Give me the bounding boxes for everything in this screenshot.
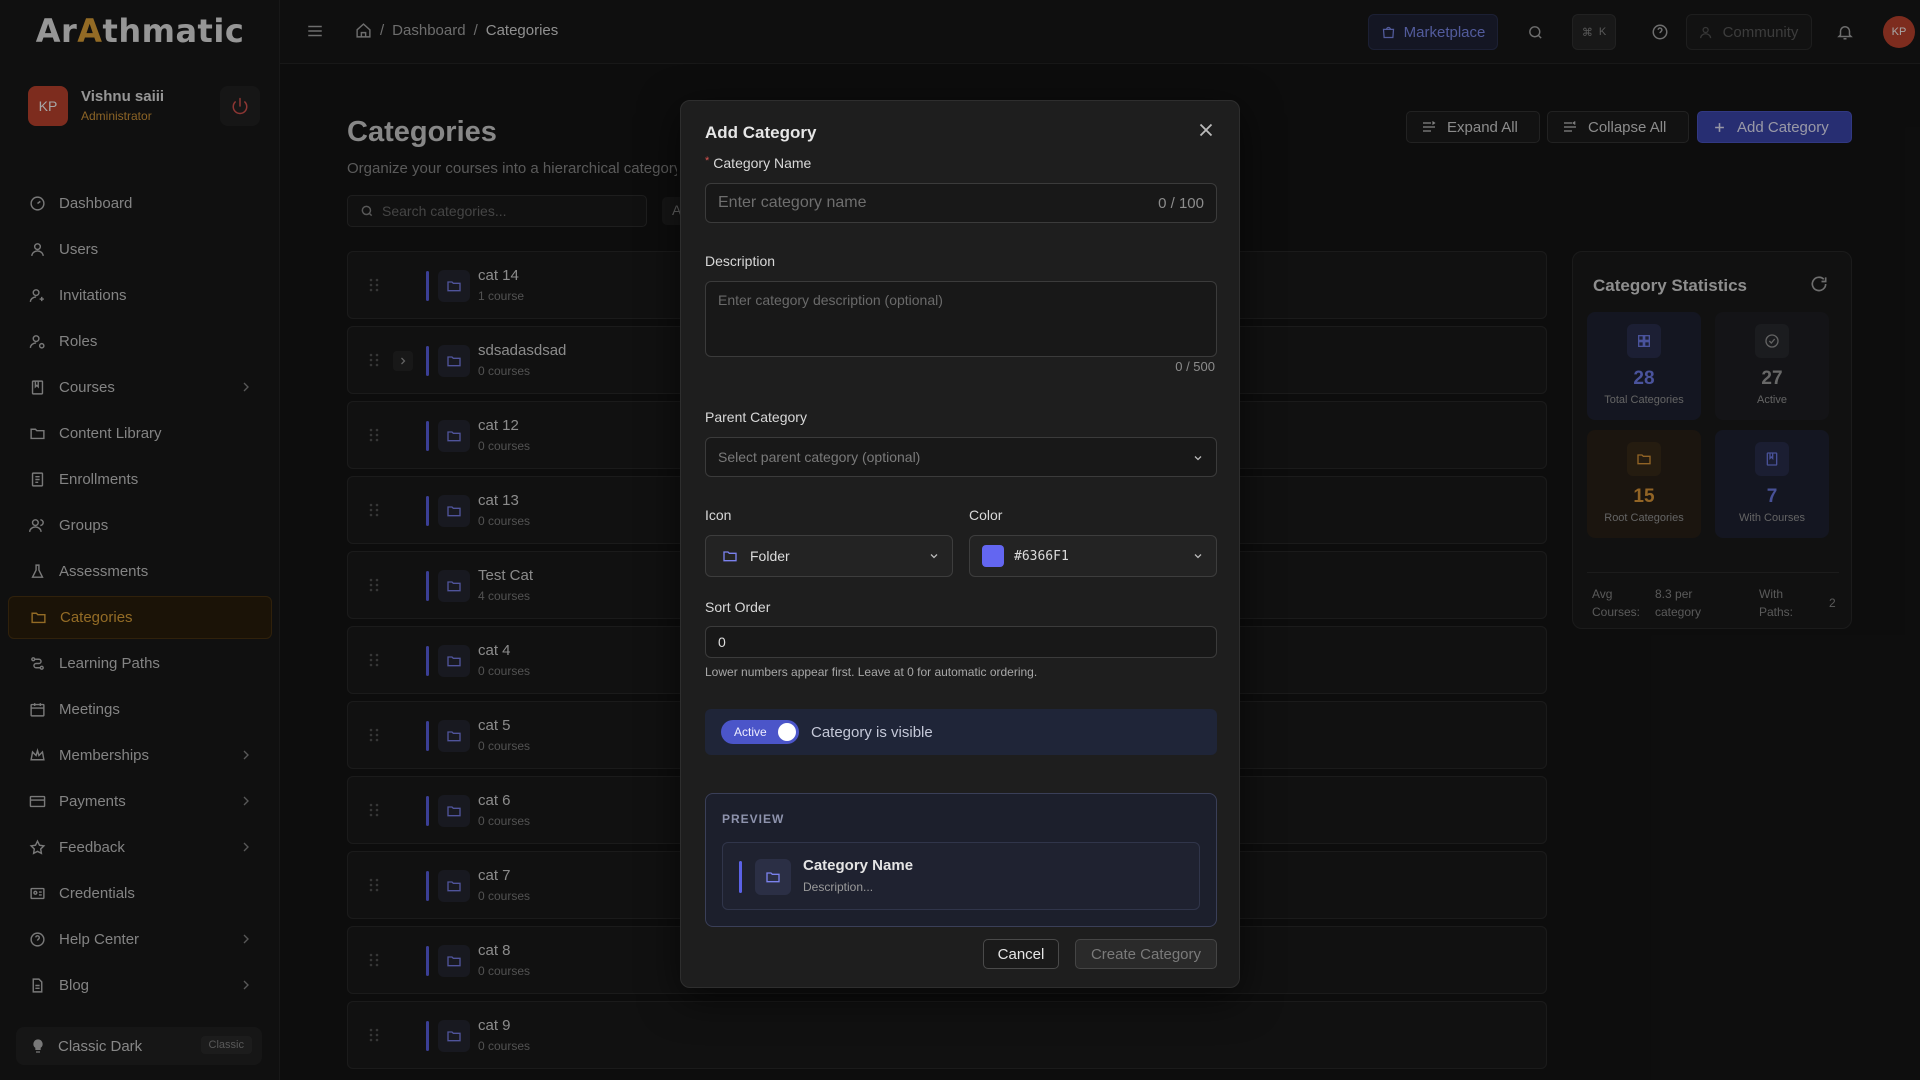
preview-title: PREVIEW: [722, 812, 785, 826]
icon-select[interactable]: Folder: [705, 535, 953, 577]
category-name-field[interactable]: 0 / 100: [705, 183, 1217, 223]
visibility-text: Category is visible: [811, 723, 933, 741]
preview-card: Category Name Description...: [722, 842, 1200, 910]
preview-name: Category Name: [803, 857, 914, 874]
create-category-button[interactable]: Create Category: [1075, 939, 1217, 969]
chevron-down-icon: [1194, 554, 1202, 559]
parent-category-label: Parent Category: [705, 409, 807, 425]
icon-label: Icon: [705, 507, 732, 523]
sort-order-input[interactable]: [718, 627, 1118, 657]
color-swatch: [982, 545, 1004, 567]
sort-order-hint: Lower numbers appear first. Leave at 0 f…: [705, 665, 1038, 679]
description-textarea[interactable]: [718, 292, 1206, 348]
active-toggle[interactable]: Active: [721, 720, 799, 744]
parent-category-select[interactable]: Select parent category (optional): [705, 437, 1217, 477]
category-name-input[interactable]: [718, 184, 1118, 222]
color-label: Color: [969, 507, 1003, 523]
close-icon[interactable]: [1195, 119, 1217, 141]
description-char-counter: 0 / 500: [1175, 359, 1215, 374]
folder-icon: [723, 551, 737, 562]
name-char-counter: 0 / 100: [1158, 195, 1204, 212]
preview-description: Description...: [803, 880, 874, 894]
cancel-button[interactable]: Cancel: [983, 939, 1059, 969]
color-select[interactable]: #6366F1: [969, 535, 1217, 577]
sort-order-field[interactable]: [705, 626, 1217, 658]
description-label: Description: [705, 253, 776, 269]
add-category-dialog: Add Category *Category Name 0 / 100 Desc…: [680, 100, 1240, 988]
app-root: ArAthmatic KP Vishnu saiii Administrator…: [0, 0, 1920, 1080]
sort-order-label: Sort Order: [705, 599, 771, 615]
active-toggle-row: Active Category is visible: [705, 709, 1217, 755]
folder-icon: [755, 859, 791, 895]
category-preview: PREVIEW Category Name Description...: [705, 793, 1217, 927]
chevron-down-icon: [1194, 456, 1202, 461]
description-field[interactable]: [705, 281, 1217, 357]
category-name-label: * Category Name: [705, 155, 812, 171]
chevron-down-icon: [930, 554, 938, 559]
dialog-title: Add Category: [705, 123, 817, 142]
